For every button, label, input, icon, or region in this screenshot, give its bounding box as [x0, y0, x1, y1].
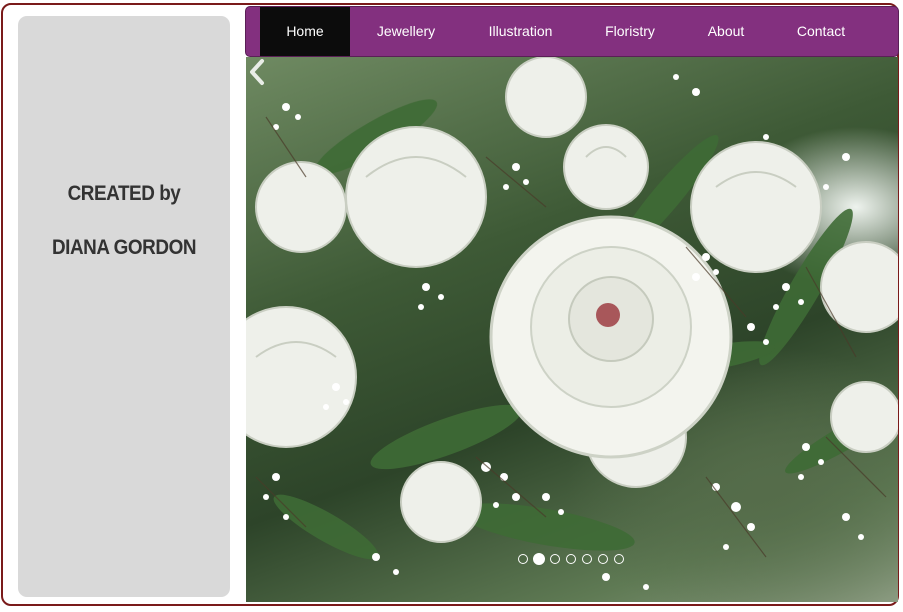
- slider-dot-3[interactable]: [550, 554, 560, 564]
- slider-dot-1[interactable]: [518, 554, 528, 564]
- slider-dot-4[interactable]: [566, 554, 576, 564]
- nav-item-about[interactable]: About: [692, 7, 760, 56]
- nav-item-home[interactable]: Home: [260, 7, 350, 56]
- main-nav: Home Jewellery Illustration Floristry Ab…: [245, 6, 899, 57]
- chevron-left-icon[interactable]: [246, 57, 268, 87]
- sidebar: CREATED by DIANA GORDON: [18, 16, 230, 597]
- slider-dot-2[interactable]: [533, 553, 545, 565]
- nav-item-contact[interactable]: Contact: [779, 7, 863, 56]
- slider-dot-6[interactable]: [598, 554, 608, 564]
- credit-line-created-by: CREATED by: [67, 182, 181, 205]
- credit-line-author: DIANA GORDON: [51, 236, 197, 259]
- nav-item-floristry[interactable]: Floristry: [589, 7, 671, 56]
- slider-dot-7[interactable]: [614, 554, 624, 564]
- nav-item-jewellery[interactable]: Jewellery: [361, 7, 451, 56]
- nav-item-illustration[interactable]: Illustration: [473, 7, 568, 56]
- flower-bouquet-image: [246, 57, 898, 590]
- hero-slider: [246, 57, 898, 602]
- slider-dot-5[interactable]: [582, 554, 592, 564]
